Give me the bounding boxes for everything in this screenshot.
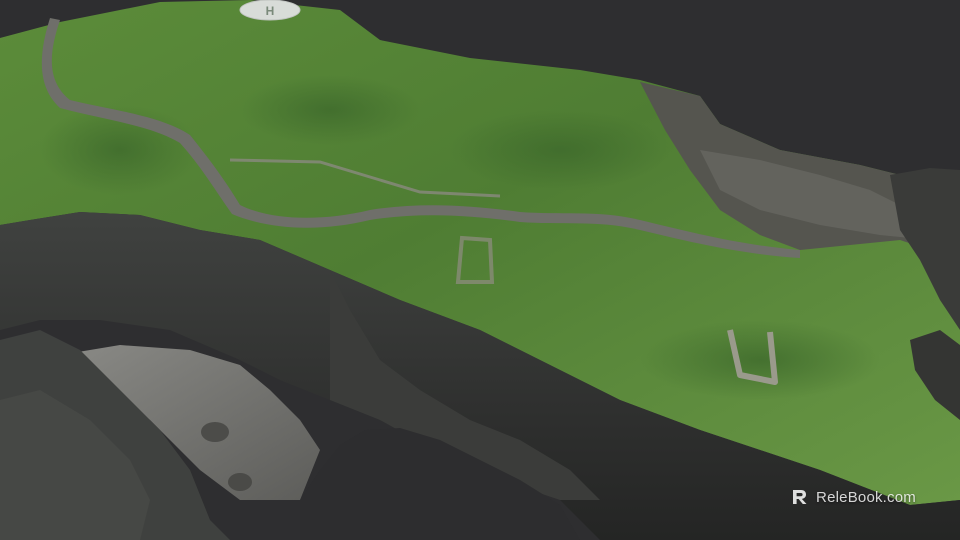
terrain-scene: H: [0, 0, 960, 540]
helipad-icon: H: [266, 4, 275, 18]
watermark-text: ReleBook.com: [816, 488, 916, 506]
watermark: ReleBook.com: [790, 486, 916, 508]
relebook-logo-icon: [793, 490, 807, 504]
helipad: H: [239, 0, 301, 21]
model-viewport[interactable]: H ReleBook.com: [0, 0, 960, 540]
